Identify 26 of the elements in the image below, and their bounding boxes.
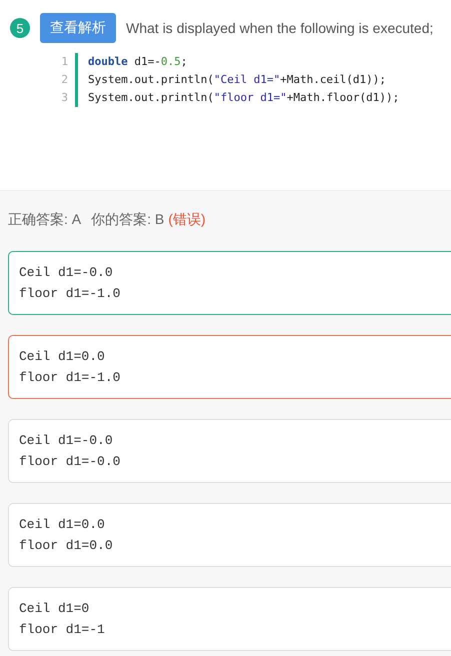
- verdict-text: (错误): [168, 211, 206, 229]
- option-text: floor d1=-1.0: [19, 369, 122, 387]
- answer-option-card[interactable]: Ceil d1=0.0 floor d1=-1.0: [8, 335, 451, 399]
- option-text: floor d1=0.0: [19, 537, 114, 555]
- code-line: System.out.println("Ceil d1="+Math.ceil(d1));: [88, 72, 386, 88]
- answer-option-card[interactable]: Ceil d1=0 floor d1=-1: [8, 587, 451, 651]
- answer-option-card[interactable]: Ceil d1=-0.0 floor d1=-1.0: [8, 251, 451, 315]
- line-number: 2: [50, 71, 78, 89]
- question-text: What is displayed when the following is executed;: [126, 20, 434, 36]
- option-text: floor d1=-1: [19, 621, 106, 639]
- option-text: Ceil d1=0.0: [19, 348, 106, 366]
- your-answer-label: 你的答案: B: [91, 211, 164, 229]
- answer-option-card[interactable]: Ceil d1=0.0 floor d1=0.0: [8, 503, 451, 567]
- option-text: floor d1=-0.0: [19, 453, 122, 471]
- option-text: Ceil d1=0.0: [19, 516, 106, 534]
- code-line: double d1=-0.5;: [88, 54, 188, 70]
- answer-option-card[interactable]: Ceil d1=-0.0 floor d1=-0.0: [8, 419, 451, 483]
- option-text: Ceil d1=-0.0: [19, 432, 114, 450]
- question-number-badge: 5: [10, 18, 30, 38]
- correct-answer-label: 正确答案: A: [8, 211, 82, 229]
- option-text: Ceil d1=0: [19, 600, 90, 618]
- line-number: 1: [50, 53, 78, 71]
- option-text: floor d1=-1.0: [19, 285, 122, 303]
- option-text: Ceil d1=-0.0: [19, 264, 114, 282]
- line-number: 3: [50, 89, 78, 107]
- code-line: System.out.println("floor d1="+Math.floor(d1));: [88, 90, 400, 106]
